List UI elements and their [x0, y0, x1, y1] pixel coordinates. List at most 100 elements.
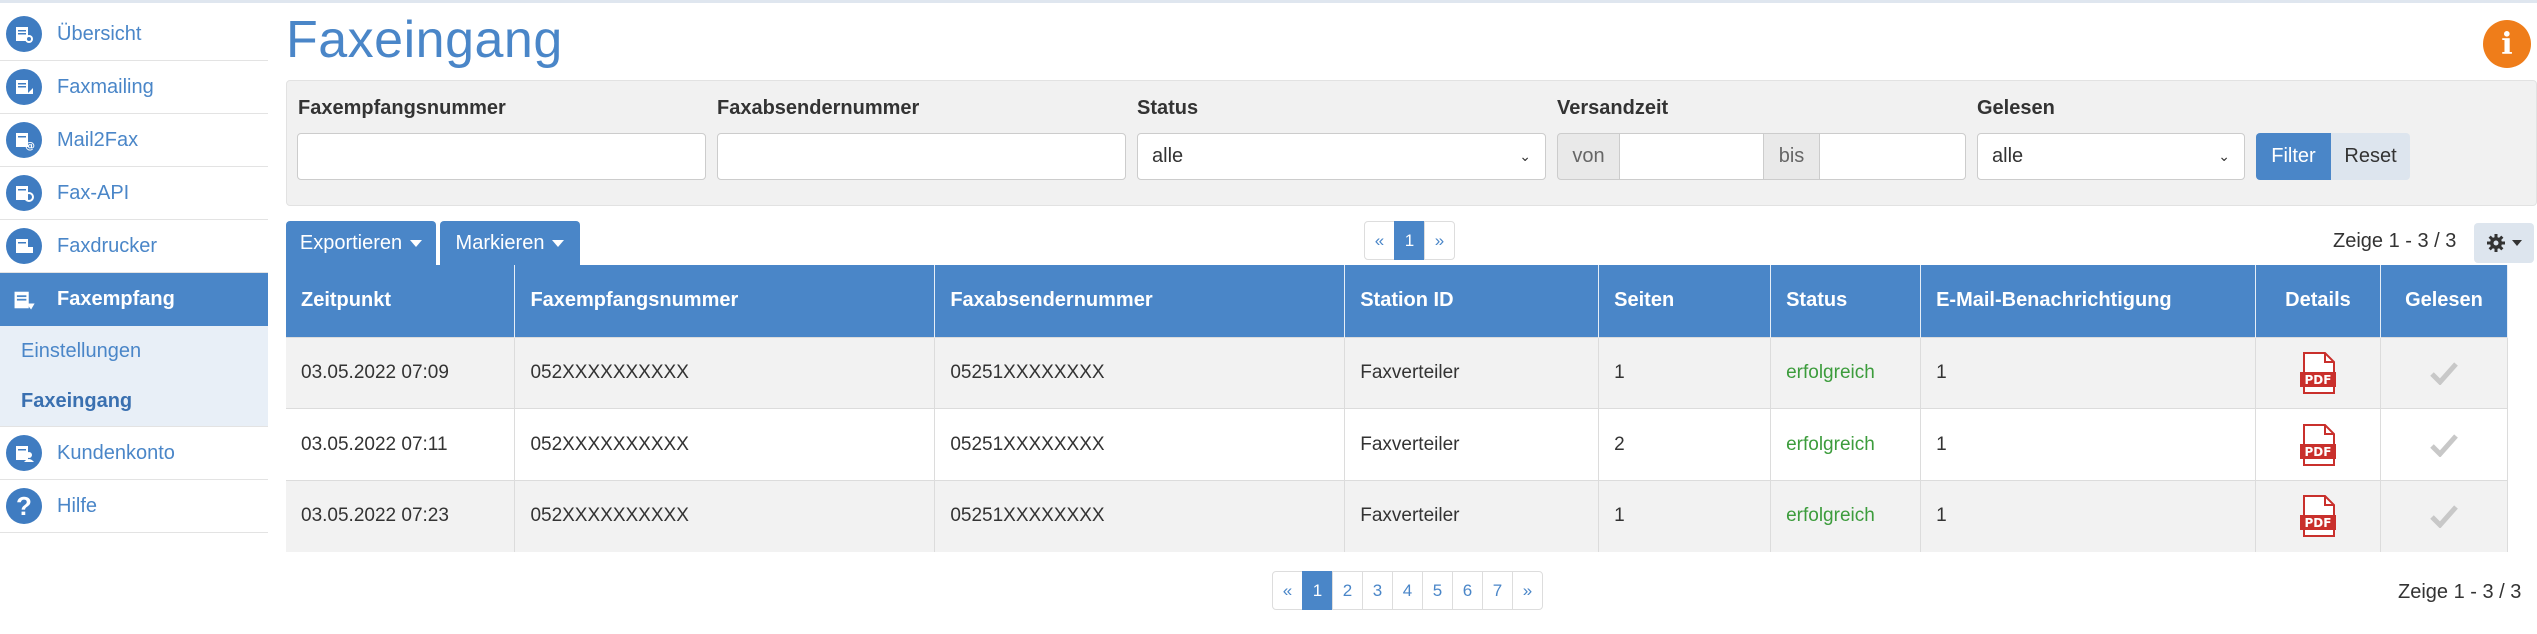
chevron-down-icon: ⌄: [1519, 148, 1531, 164]
sidebar-subitem-label: Einstellungen: [21, 339, 142, 362]
table-row[interactable]: 03.05.2022 07:09 052XXXXXXXXXX 05251XXXX…: [286, 336, 2509, 409]
cell-email-benachrichtigung: 1: [1920, 336, 2256, 409]
cell-status: erfolgreich: [1770, 479, 1922, 553]
pagination-page[interactable]: 3: [1362, 571, 1393, 610]
svg-text:@: @: [25, 141, 35, 151]
versandzeit-label: Versandzeit: [1557, 97, 1669, 119]
sidebar-item-faxmailing[interactable]: Faxmailing: [0, 61, 268, 114]
export-label: Exportieren: [299, 231, 403, 254]
gelesen-select[interactable]: alle ⌄: [1977, 133, 2245, 180]
check-icon[interactable]: [2430, 504, 2458, 529]
sidebar-item-label: Faxdrucker: [57, 234, 158, 257]
pagination-prev[interactable]: «: [1272, 571, 1303, 610]
sidebar-item-kundenkonto[interactable]: Kundenkonto: [0, 427, 268, 480]
range-info-bottom: Zeige 1 - 3 / 3: [2398, 581, 2522, 603]
sidebar-subitem-faxeingang[interactable]: Faxeingang: [0, 376, 268, 426]
sidebar-item-uebersicht[interactable]: Übersicht: [0, 8, 268, 61]
cell-faxabsendernummer: 05251XXXXXXXX: [934, 408, 1346, 481]
von-label: von: [1572, 145, 1605, 167]
von-date-input[interactable]: [1619, 133, 1764, 180]
pagination-page[interactable]: 6: [1452, 571, 1483, 610]
status-filter-label: Status: [1137, 97, 1199, 119]
cell-details: PDF: [2255, 479, 2381, 553]
column-header-zeitpunkt[interactable]: Zeitpunkt: [286, 265, 516, 337]
reset-button[interactable]: Reset: [2331, 133, 2410, 180]
table-settings-button[interactable]: [2474, 223, 2534, 263]
sidebar-item-mail2fax[interactable]: @ Mail2Fax: [0, 114, 268, 167]
cell-email-benachrichtigung: 1: [1920, 408, 2256, 481]
pagination-page[interactable]: 2: [1332, 571, 1363, 610]
cell-gelesen: [2380, 479, 2509, 553]
pagination-page[interactable]: 1: [1394, 221, 1425, 260]
table-row[interactable]: 03.05.2022 07:11 052XXXXXXXXXX 05251XXXX…: [286, 408, 2509, 481]
bis-addon: bis: [1763, 133, 1820, 180]
caret-down-icon: [410, 239, 423, 247]
column-header-station-id[interactable]: Station ID: [1344, 265, 1600, 337]
column-header-faxempfangsnummer[interactable]: Faxempfangsnummer: [514, 265, 936, 337]
column-header-faxabsendernummer[interactable]: Faxabsendernummer: [934, 265, 1346, 337]
sidebar-item-label: Faxmailing: [57, 75, 154, 98]
sidebar-item-label: Faxempfang: [57, 288, 175, 310]
info-icon[interactable]: i: [2483, 20, 2531, 68]
column-header-seiten[interactable]: Seiten: [1598, 265, 1772, 337]
pagination-page[interactable]: 5: [1422, 571, 1453, 610]
pdf-icon[interactable]: PDF: [2298, 351, 2338, 394]
faxempfangsnummer-input[interactable]: [297, 133, 706, 180]
mark-dropdown-button[interactable]: Markieren: [440, 221, 580, 265]
cell-gelesen: [2380, 336, 2509, 409]
sidebar-item-hilfe[interactable]: ? Hilfe: [0, 480, 268, 533]
cell-details: PDF: [2255, 408, 2381, 481]
sidebar-item-label: Kundenkonto: [57, 441, 175, 464]
sidebar-subnav: Einstellungen Faxeingang: [0, 326, 268, 427]
faxempfangsnummer-label: Faxempfangsnummer: [298, 97, 506, 119]
mark-label: Markieren: [455, 231, 545, 254]
cell-seiten: 2: [1598, 408, 1772, 481]
sidebar-subitem-einstellungen[interactable]: Einstellungen: [0, 326, 268, 376]
faxabsendernummer-input[interactable]: [717, 133, 1126, 180]
cell-status: erfolgreich: [1770, 408, 1922, 481]
gelesen-filter-label: Gelesen: [1977, 97, 2055, 119]
pagination-next[interactable]: »: [1424, 221, 1455, 260]
svg-text:PDF: PDF: [2304, 445, 2331, 459]
caret-down-icon: [2512, 240, 2522, 246]
status-select-value: alle: [1152, 145, 1184, 167]
pagination-next[interactable]: »: [1512, 571, 1543, 610]
filter-button[interactable]: Filter: [2256, 133, 2331, 180]
column-header-details: Details: [2255, 265, 2381, 337]
faxempfang-icon: [6, 282, 42, 318]
pdf-icon[interactable]: PDF: [2298, 495, 2338, 538]
cell-faxempfangsnummer: 052XXXXXXXXXX: [514, 336, 936, 409]
check-icon[interactable]: [2430, 361, 2458, 385]
cell-station-id: Faxverteiler: [1344, 336, 1600, 409]
sidebar-item-faxdrucker[interactable]: Faxdrucker: [0, 220, 268, 273]
fax-api-icon: [6, 175, 42, 211]
column-header-status[interactable]: Status: [1770, 265, 1922, 337]
von-addon: von: [1557, 133, 1620, 180]
pagination-prev[interactable]: «: [1364, 221, 1395, 260]
cell-faxabsendernummer: 05251XXXXXXXX: [934, 336, 1346, 409]
pagination-page[interactable]: 1: [1302, 571, 1333, 610]
column-header-gelesen[interactable]: Gelesen: [2380, 265, 2509, 337]
cell-email-benachrichtigung: 1: [1920, 479, 2256, 553]
sidebar: Übersicht Faxmailing @ Mail2Fax Fax-API …: [0, 8, 268, 533]
sidebar-item-faxempfang[interactable]: Faxempfang: [0, 273, 268, 326]
sidebar-item-fax-api[interactable]: Fax-API: [0, 167, 268, 220]
cell-status: erfolgreich: [1770, 336, 1922, 409]
status-select[interactable]: alle ⌄: [1137, 133, 1546, 180]
faxmailing-icon: [6, 69, 42, 105]
filter-panel: Faxempfangsnummer Faxabsendernummer Stat…: [286, 80, 2537, 206]
table-row[interactable]: 03.05.2022 07:23 052XXXXXXXXXX 05251XXXX…: [286, 479, 2509, 553]
export-dropdown-button[interactable]: Exportieren: [286, 221, 436, 265]
cell-details: PDF: [2255, 336, 2381, 409]
check-icon[interactable]: [2430, 433, 2458, 457]
pagination-page[interactable]: 7: [1482, 571, 1513, 610]
pdf-icon[interactable]: PDF: [2298, 423, 2338, 466]
cell-station-id: Faxverteiler: [1344, 408, 1600, 481]
cell-faxabsendernummer: 05251XXXXXXXX: [934, 479, 1346, 553]
kundenkonto-icon: [6, 435, 42, 471]
column-header-email-benachrichtigung[interactable]: E-Mail-Benachrichtigung: [1920, 265, 2256, 337]
bis-date-input[interactable]: [1819, 133, 1966, 180]
faxabsendernummer-label: Faxabsendernummer: [717, 97, 920, 119]
overview-icon: [6, 16, 42, 52]
pagination-page[interactable]: 4: [1392, 571, 1423, 610]
